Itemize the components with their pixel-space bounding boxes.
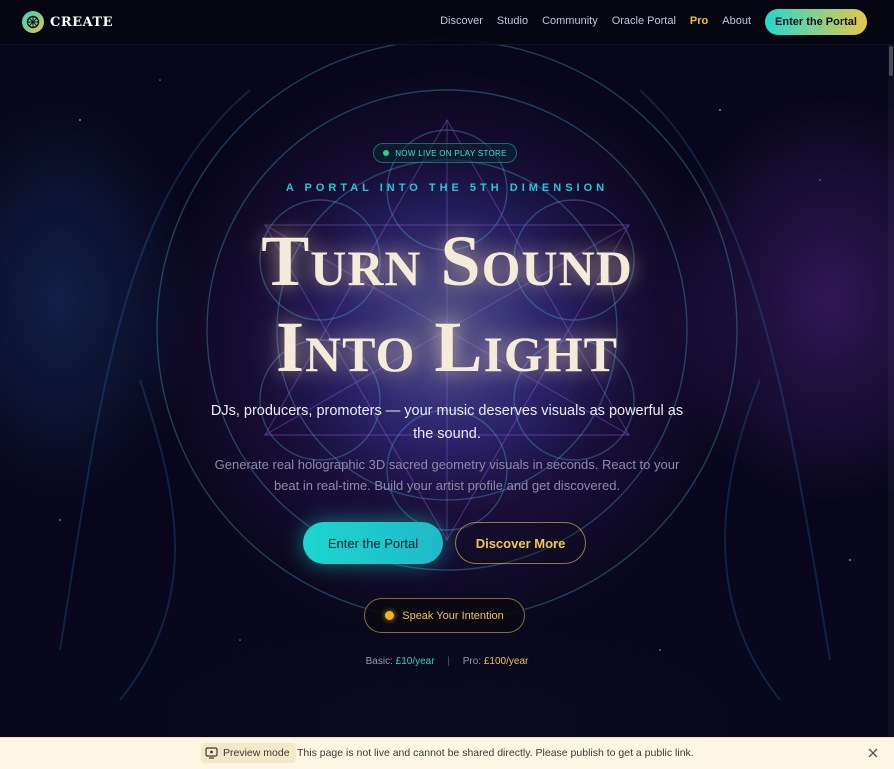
pro-price-value: £100/year: [483, 656, 529, 667]
preview-mode-label: Preview mode: [223, 747, 290, 759]
intention-dot-icon: [385, 611, 395, 620]
basic-price-label: Basic:: [365, 656, 393, 667]
nav-link-about[interactable]: About: [722, 15, 751, 27]
hero-title-line-2: Into Light: [275, 307, 619, 387]
pro-price-label: Pro:: [462, 656, 482, 667]
preview-mode-chip: Preview mode: [201, 743, 296, 763]
nav-link-oracle-portal[interactable]: Oracle Portal: [612, 15, 676, 27]
preview-icon: [205, 747, 218, 759]
close-icon[interactable]: [866, 746, 880, 760]
live-badge: NOW LIVE ON PLAY STORE: [373, 143, 517, 163]
hero-title-line-1: Turn Sound: [261, 221, 633, 301]
preview-message: This page is not live and cannot be shar…: [297, 747, 694, 759]
enter-portal-button[interactable]: Enter the Portal: [303, 522, 443, 564]
hero-tagline: A PORTAL INTO THE 5TH DIMENSION: [285, 182, 609, 194]
nav-link-community[interactable]: Community: [542, 15, 598, 27]
logo-text: CREATE: [50, 14, 114, 30]
nav-links: Discover Studio Community Oracle Portal …: [426, 15, 751, 27]
pricing-separator: |: [447, 656, 450, 667]
discover-more-button[interactable]: Discover More: [455, 522, 586, 564]
logo[interactable]: CREATE: [22, 11, 113, 33]
speak-intention-button[interactable]: Speak Your Intention: [364, 598, 525, 633]
hero-description: Generate real holographic 3D sacred geom…: [214, 457, 680, 493]
preview-banner: Preview mode This page is not live and c…: [0, 737, 894, 769]
basic-price-value: £10/year: [395, 656, 435, 667]
nav-enter-portal-button[interactable]: Enter the Portal: [765, 9, 867, 35]
nav-link-studio[interactable]: Studio: [497, 15, 528, 27]
logo-icon: [22, 11, 44, 33]
speak-intention-label: Speak Your Intention: [402, 609, 504, 622]
hero-title: Turn Sound Into Light: [0, 218, 894, 390]
nav-link-pro[interactable]: Pro: [690, 15, 708, 27]
scrollbar-thumb[interactable]: [889, 46, 893, 76]
nav-link-discover[interactable]: Discover: [440, 15, 483, 27]
scrollbar-track[interactable]: [888, 44, 894, 737]
live-dot-icon: [383, 150, 390, 156]
pricing-summary: Basic: £10/year | Pro: £100/year: [0, 656, 894, 667]
live-badge-text: NOW LIVE ON PLAY STORE: [395, 148, 507, 158]
hero-subtitle: DJs, producers, promoters — your music d…: [210, 403, 684, 442]
top-nav: CREATE Discover Studio Community Oracle …: [0, 0, 894, 45]
